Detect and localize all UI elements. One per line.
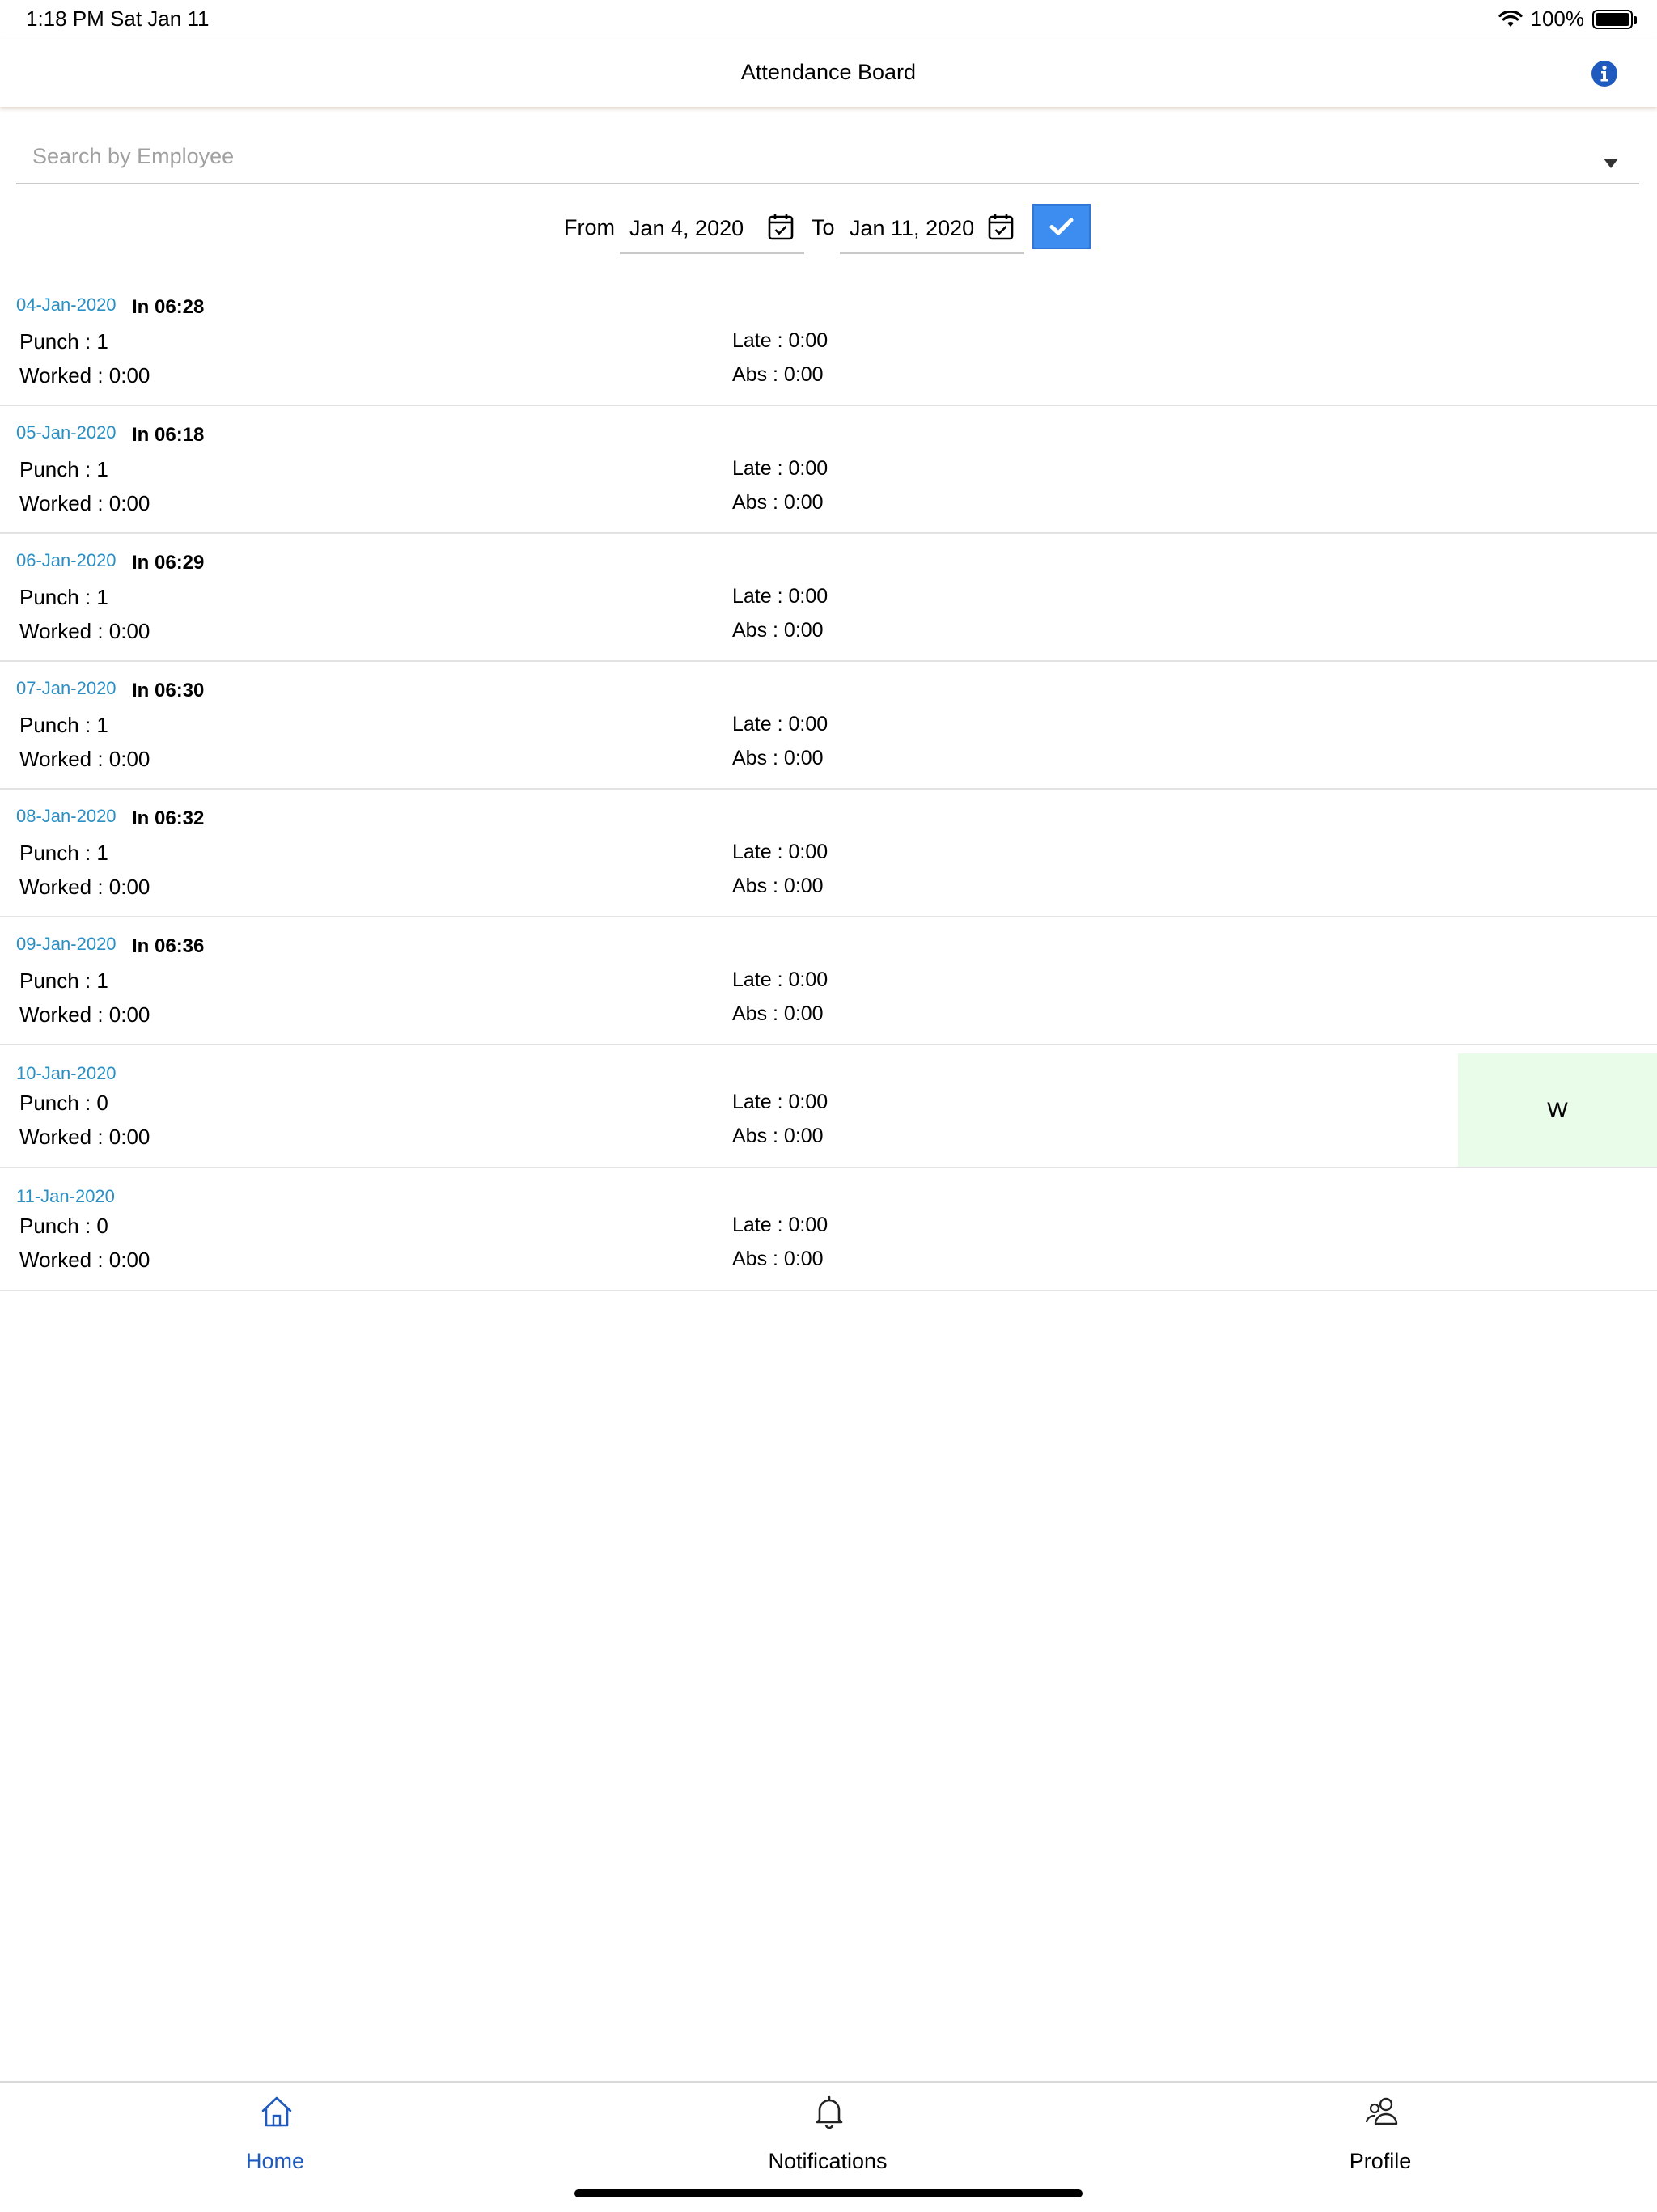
record-date: 11-Jan-2020 — [16, 1186, 115, 1206]
record-in-time: In 06:18 — [132, 424, 205, 446]
record-date: 09-Jan-2020 — [16, 934, 117, 954]
record-worked: Worked : 0:00 — [19, 1125, 150, 1149]
record-late: Late : 0:00 — [732, 457, 828, 480]
to-date-value: Jan 11, 2020 — [850, 216, 975, 240]
attendance-row[interactable]: 11-Jan-2020 Punch : 0 Late : 0:00 Worked… — [0, 1168, 1657, 1291]
record-punch: Punch : 1 — [19, 968, 108, 993]
status-indicators: 100% — [1498, 6, 1637, 32]
tab-home-label: Home — [245, 2149, 305, 2173]
attendance-row[interactable]: 10-Jan-2020 Punch : 0 Late : 0:00 Worked… — [0, 1045, 1657, 1168]
attendance-row[interactable]: 07-Jan-2020 In 06:30 Punch : 1 Late : 0:… — [0, 662, 1657, 790]
tab-notifications-label: Notifications — [768, 2149, 888, 2173]
battery-percent: 100% — [1530, 6, 1585, 31]
from-date-value: Jan 4, 2020 — [629, 216, 744, 240]
status-bar: 1:18 PM Sat Jan 11 100% — [0, 0, 1657, 39]
record-late: Late : 0:00 — [732, 1214, 828, 1236]
record-in-time: In 06:32 — [132, 807, 205, 829]
record-punch: Punch : 0 — [19, 1091, 108, 1115]
info-circle-icon[interactable] — [1591, 60, 1618, 87]
from-label: From — [564, 215, 615, 239]
record-abs: Abs : 0:00 — [732, 875, 824, 897]
page-title: Attendance Board — [740, 60, 917, 84]
search-input[interactable] — [32, 144, 1570, 169]
calendar-check-icon[interactable] — [987, 212, 1015, 241]
tab-notifications[interactable]: Notifications — [706, 2083, 949, 2173]
to-label: To — [812, 215, 835, 239]
users-icon — [1365, 2097, 1398, 2125]
attendance-row[interactable]: 04-Jan-2020 In 06:28 Punch : 1 Late : 0:… — [0, 278, 1657, 406]
record-punch: Punch : 1 — [19, 329, 108, 354]
record-late: Late : 0:00 — [732, 329, 828, 352]
record-abs: Abs : 0:00 — [732, 491, 824, 514]
wifi-icon — [1498, 10, 1523, 27]
employee-search[interactable] — [16, 129, 1639, 184]
record-late: Late : 0:00 — [732, 1091, 828, 1113]
record-date: 08-Jan-2020 — [16, 806, 117, 826]
record-punch: Punch : 1 — [19, 585, 108, 609]
calendar-check-icon[interactable] — [767, 212, 795, 241]
record-abs: Abs : 0:00 — [732, 363, 824, 386]
record-punch: Punch : 1 — [19, 713, 108, 737]
status-time: 1:18 PM Sat Jan 11 — [26, 6, 210, 31]
record-late: Late : 0:00 — [732, 968, 828, 991]
record-late: Late : 0:00 — [732, 841, 828, 863]
record-date: 07-Jan-2020 — [16, 678, 117, 698]
record-abs: Abs : 0:00 — [732, 1248, 824, 1270]
record-late: Late : 0:00 — [732, 585, 828, 608]
record-worked: Worked : 0:00 — [19, 875, 150, 899]
record-worked: Worked : 0:00 — [19, 363, 150, 388]
from-date-field[interactable]: Jan 4, 2020 — [620, 204, 804, 254]
record-punch: Punch : 1 — [19, 841, 108, 865]
record-abs: Abs : 0:00 — [732, 619, 824, 642]
record-worked: Worked : 0:00 — [19, 747, 150, 771]
record-in-time: In 06:36 — [132, 935, 205, 957]
record-date: 06-Jan-2020 — [16, 550, 117, 570]
tab-profile-label: Profile — [1349, 2149, 1412, 2173]
record-punch: Punch : 0 — [19, 1214, 108, 1238]
attendance-row[interactable]: 09-Jan-2020 In 06:36 Punch : 1 Late : 0:… — [0, 917, 1657, 1045]
home-indicator[interactable] — [574, 2189, 1083, 2197]
record-in-time: In 06:29 — [132, 552, 205, 574]
record-worked: Worked : 0:00 — [19, 1002, 150, 1027]
record-abs: Abs : 0:00 — [732, 1125, 824, 1147]
app-header: Attendance Board — [0, 39, 1657, 107]
attendance-row[interactable]: 06-Jan-2020 In 06:29 Punch : 1 Late : 0:… — [0, 534, 1657, 662]
record-abs: Abs : 0:00 — [732, 1002, 824, 1025]
record-worked: Worked : 0:00 — [19, 491, 150, 515]
record-worked: Worked : 0:00 — [19, 1248, 150, 1272]
to-date-field[interactable]: Jan 11, 2020 — [840, 204, 1024, 254]
attendance-row[interactable]: 08-Jan-2020 In 06:32 Punch : 1 Late : 0:… — [0, 790, 1657, 917]
record-punch: Punch : 1 — [19, 457, 108, 481]
bell-icon — [816, 2095, 843, 2129]
checkmark-icon — [1049, 218, 1074, 235]
tab-profile[interactable]: Profile — [1259, 2083, 1502, 2173]
attendance-list: 04-Jan-2020 In 06:28 Punch : 1 Late : 0:… — [0, 278, 1657, 1291]
record-date: 05-Jan-2020 — [16, 422, 117, 443]
date-range-filter: From Jan 4, 2020 To Jan 11, 2020 — [0, 204, 1657, 261]
record-in-time: In 06:28 — [132, 296, 205, 318]
attendance-row[interactable]: 05-Jan-2020 In 06:18 Punch : 1 Late : 0:… — [0, 406, 1657, 534]
weekend-badge: W — [1458, 1053, 1657, 1167]
record-abs: Abs : 0:00 — [732, 747, 824, 769]
record-worked: Worked : 0:00 — [19, 619, 150, 643]
record-date: 04-Jan-2020 — [16, 295, 117, 315]
record-late: Late : 0:00 — [732, 713, 828, 735]
dropdown-arrow-icon[interactable] — [1604, 159, 1618, 168]
record-date: 10-Jan-2020 — [16, 1063, 117, 1083]
home-icon — [261, 2096, 292, 2127]
tab-home[interactable]: Home — [154, 2083, 396, 2173]
battery-icon — [1592, 9, 1637, 29]
record-in-time: In 06:30 — [132, 680, 205, 701]
apply-date-button[interactable] — [1032, 204, 1091, 249]
